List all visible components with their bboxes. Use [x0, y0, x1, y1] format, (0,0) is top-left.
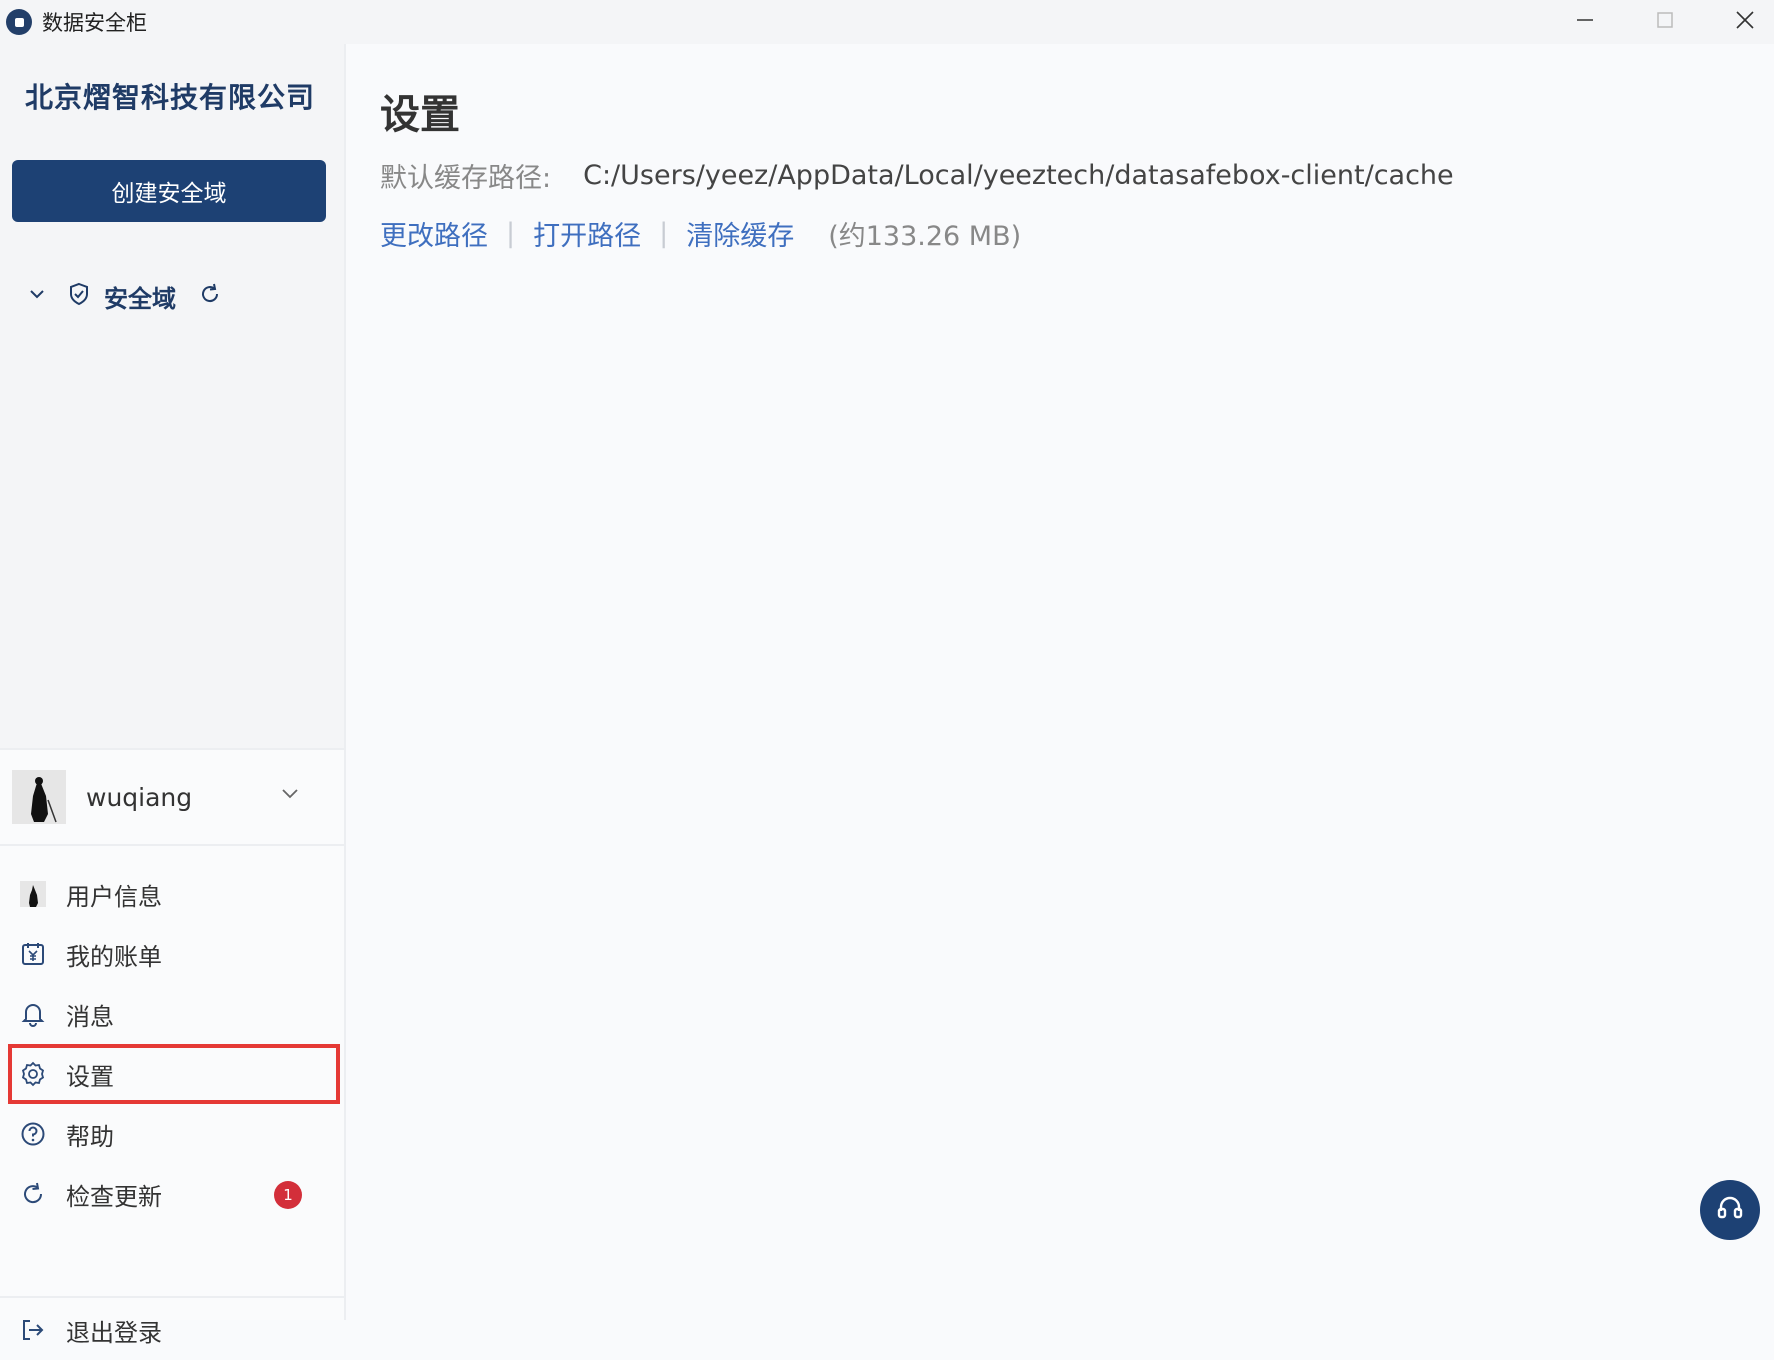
window-title: 数据安全柜 [42, 11, 147, 35]
bill-icon [18, 939, 48, 969]
cache-path-row: 默认缓存路径: C:/Users/yeez/AppData/Local/yeez… [380, 156, 1454, 195]
menu-label: 帮助 [66, 1122, 114, 1151]
help-circle-icon [18, 1119, 48, 1149]
support-button[interactable] [1700, 1180, 1760, 1240]
cache-path-value: C:/Users/yeez/AppData/Local/yeeztech/dat… [583, 160, 1454, 191]
menu-label: 设置 [66, 1062, 114, 1091]
cache-size: (约133.26 MB) [828, 221, 1022, 252]
menu-label: 我的账单 [66, 942, 162, 971]
main-content: 设置 默认缓存路径: C:/Users/yeez/AppData/Local/y… [348, 44, 1774, 1320]
title-bar: 数据安全柜 [0, 0, 1774, 44]
shield-icon [68, 282, 90, 310]
menu-label: 退出登录 [66, 1318, 162, 1347]
separator: | [506, 218, 516, 249]
user-dropdown[interactable]: wuqiang [0, 750, 344, 846]
user-panel: wuqiang 用户信息 我的账单 消息 设置 帮助 检查更新 1 退出登录 [0, 748, 344, 1347]
menu-item-logout[interactable]: 退出登录 [0, 1300, 344, 1360]
menu-label: 消息 [66, 1002, 114, 1031]
app-icon [6, 9, 32, 35]
chevron-down-icon[interactable] [28, 285, 46, 307]
bell-icon [18, 999, 48, 1029]
clear-cache-link[interactable]: 清除缓存 [686, 214, 794, 253]
refresh-icon[interactable] [198, 282, 222, 310]
avatar [12, 770, 66, 824]
company-name: 北京熠智科技有限公司 [24, 81, 315, 114]
cache-actions: 更改路径 | 打开路径 | 清除缓存 (约133.26 MB) [380, 214, 1021, 253]
chevron-down-icon[interactable] [280, 786, 300, 805]
headset-icon [1715, 1193, 1745, 1227]
menu-item-help[interactable]: 帮助 [0, 1104, 344, 1164]
user-avatar-icon [18, 879, 48, 909]
page-title: 设置 [380, 92, 460, 138]
close-icon[interactable] [1706, 0, 1774, 40]
divider [0, 1296, 344, 1298]
menu-item-user-info[interactable]: 用户信息 [0, 864, 344, 924]
menu-label: 用户信息 [66, 882, 162, 911]
minimize-icon[interactable] [1546, 0, 1624, 40]
gear-icon [18, 1059, 48, 1089]
create-domain-button[interactable]: 创建安全域 [12, 160, 326, 222]
separator: | [659, 218, 669, 249]
change-path-link[interactable]: 更改路径 [380, 214, 488, 253]
menu-item-my-bills[interactable]: 我的账单 [0, 924, 344, 984]
maximize-icon[interactable] [1626, 0, 1704, 40]
refresh-icon [18, 1179, 48, 1209]
user-name: wuqiang [86, 782, 193, 812]
menu-label: 检查更新 [66, 1182, 162, 1211]
open-path-link[interactable]: 打开路径 [533, 214, 641, 253]
menu-item-messages[interactable]: 消息 [0, 984, 344, 1044]
update-badge: 1 [274, 1181, 302, 1209]
cache-path-label: 默认缓存路径: [380, 163, 552, 194]
domain-label: 安全域 [104, 284, 176, 313]
domain-tree-node[interactable]: 安全域 [28, 276, 222, 316]
menu-item-check-update[interactable]: 检查更新 1 [0, 1164, 344, 1224]
menu-item-settings[interactable]: 设置 [8, 1044, 340, 1104]
sidebar: 北京熠智科技有限公司 创建安全域 安全域 wuqiang 用户信息 我的账单 消… [0, 44, 346, 1347]
